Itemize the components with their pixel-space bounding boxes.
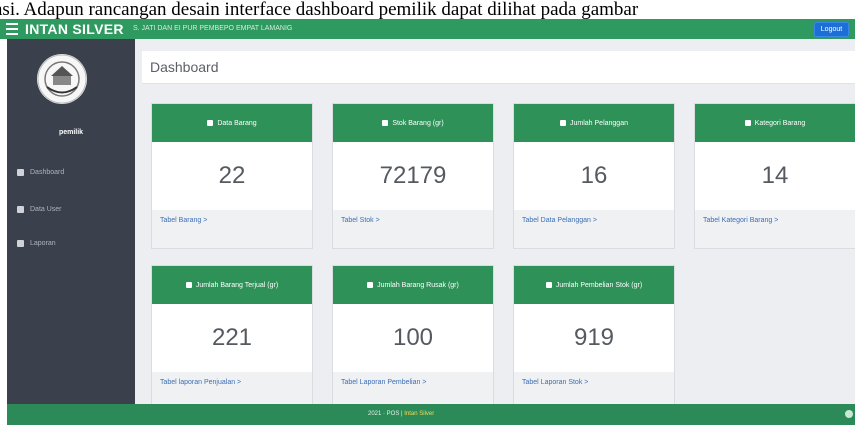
card-title: Jumlah Barang Terjual (gr): [195, 281, 279, 289]
footer-text: 2021 · POS | Intan Silver: [368, 411, 434, 417]
card-link[interactable]: Tabel Data Pelanggan >: [522, 217, 597, 224]
card-pembelian-stok: Jumlah Pembelian Stok (gr) 919 Tabel Lap…: [513, 265, 675, 411]
card-header: Jumlah Barang Rusak (gr): [333, 266, 493, 304]
footer-brand-link[interactable]: Intan Silver: [404, 411, 434, 417]
card-link[interactable]: Tabel Kategori Barang >: [703, 217, 778, 224]
document-caption: asi. Adapun rancangan desain interface d…: [0, 0, 639, 19]
circle-icon: [845, 410, 853, 418]
monitor-icon: [382, 120, 389, 126]
card-link[interactable]: Tabel laporan Penjualan >: [160, 379, 241, 386]
card-kategori-barang: Kategori Barang 14 Tabel Kategori Barang…: [694, 103, 855, 249]
card-header: Data Barang: [152, 104, 312, 142]
footer-copyright: 2021 · POS |: [368, 411, 405, 417]
sidebar: pemilik Dashboard Data User Laporan: [7, 39, 135, 404]
card-link[interactable]: Tabel Barang >: [160, 217, 207, 224]
card-header: Jumlah Pembelian Stok (gr): [514, 266, 674, 304]
card-header: Jumlah Pelanggan: [514, 104, 674, 142]
monitor-icon: [185, 282, 192, 288]
card-value: 221: [152, 304, 312, 372]
card-link[interactable]: Tabel Laporan Pembelian >: [341, 379, 426, 386]
card-value: 919: [514, 304, 674, 372]
logo-avatar: [37, 54, 87, 104]
page-title: Dashboard: [150, 59, 219, 75]
page-header: Dashboard: [142, 51, 855, 84]
users-icon: [17, 206, 24, 213]
sidebar-item-label: Laporan: [30, 240, 56, 247]
card-header: Kategori Barang: [695, 104, 855, 142]
brand-title[interactable]: INTAN SILVER: [25, 21, 124, 37]
card-value: 100: [333, 304, 493, 372]
sidebar-item-label: Dashboard: [30, 169, 65, 176]
card-value: 14: [695, 142, 855, 210]
home-icon: [17, 169, 24, 176]
sidebar-item-laporan[interactable]: Laporan: [17, 240, 56, 247]
store-subtitle: S. JATI DAN EI PUR PEMBEPO EMPAT LAMANIG: [133, 25, 293, 32]
card-barang-terjual: Jumlah Barang Terjual (gr) 221 Tabel lap…: [151, 265, 313, 411]
card-barang-rusak: Jumlah Barang Rusak (gr) 100 Tabel Lapor…: [332, 265, 494, 411]
card-data-barang: Data Barang 22 Tabel Barang >: [151, 103, 313, 249]
card-title: Jumlah Pembelian Stok (gr): [555, 281, 643, 289]
card-value: 22: [152, 142, 312, 210]
card-header: Stok Barang (gr): [333, 104, 493, 142]
footer: 2021 · POS | Intan Silver: [7, 404, 855, 425]
card-title: Kategori Barang: [754, 119, 806, 127]
sidebar-item-label: Data User: [30, 206, 62, 213]
sidebar-username: pemilik: [58, 129, 84, 136]
hamburger-icon[interactable]: [6, 23, 18, 35]
monitor-icon: [207, 120, 214, 126]
bookmark-icon: [560, 120, 566, 126]
sidebar-item-data-user[interactable]: Data User: [17, 206, 62, 213]
card-stok-barang: Stok Barang (gr) 72179 Tabel Stok >: [332, 103, 494, 249]
warning-icon: [545, 282, 552, 288]
file-icon: [17, 240, 24, 247]
top-navbar: INTAN SILVER S. JATI DAN EI PUR PEMBEPO …: [0, 19, 855, 39]
card-link[interactable]: Tabel Laporan Stok >: [522, 379, 588, 386]
main-content: Dashboard Data Barang 22 Tabel Barang > …: [135, 39, 855, 411]
card-title: Data Barang: [217, 119, 257, 127]
sidebar-item-dashboard[interactable]: Dashboard: [17, 169, 64, 176]
warning-icon: [367, 282, 374, 288]
logout-button[interactable]: Logout: [814, 22, 849, 37]
bookmark-icon: [744, 120, 751, 126]
card-jumlah-pelanggan: Jumlah Pelanggan 16 Tabel Data Pelanggan…: [513, 103, 675, 249]
card-header: Jumlah Barang Terjual (gr): [152, 266, 312, 304]
card-title: Jumlah Barang Rusak (gr): [377, 281, 459, 289]
card-value: 72179: [333, 142, 493, 210]
card-value: 16: [514, 142, 674, 210]
card-title: Jumlah Pelanggan: [570, 119, 628, 127]
intan-silver-logo: [37, 54, 87, 104]
card-link[interactable]: Tabel Stok >: [341, 217, 380, 224]
card-title: Stok Barang (gr): [392, 119, 444, 127]
